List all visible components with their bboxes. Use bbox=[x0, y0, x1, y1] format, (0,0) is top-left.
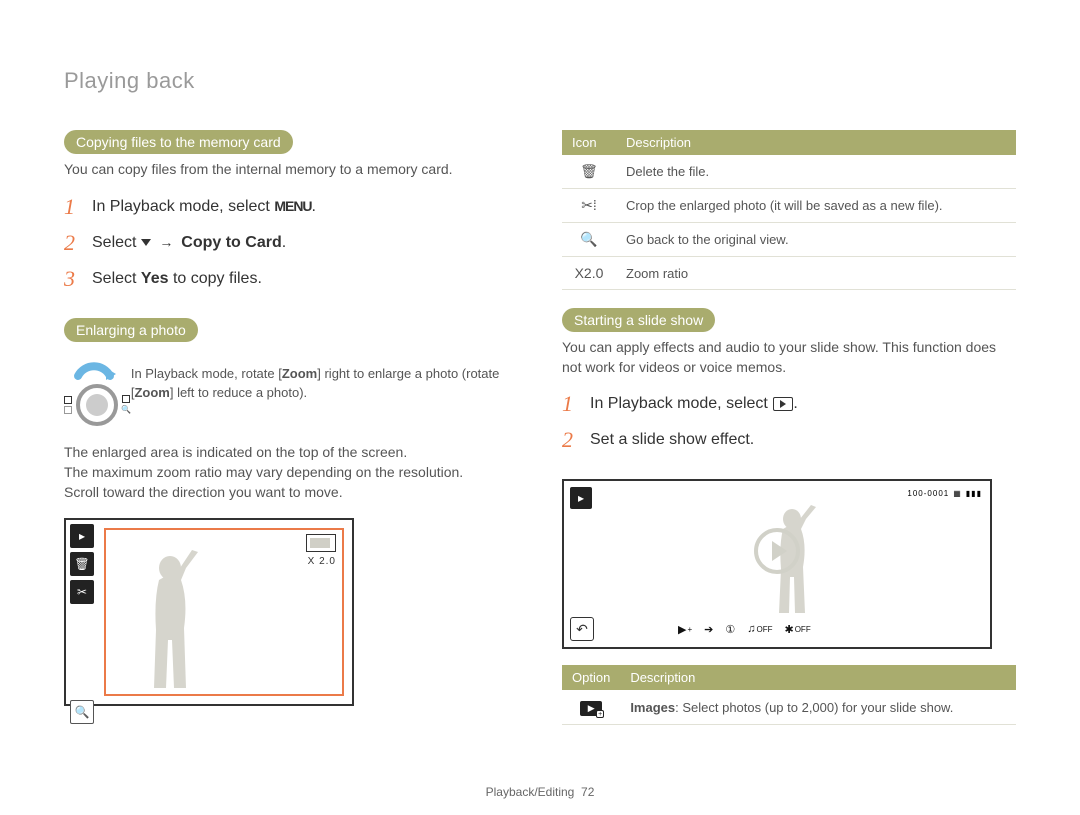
magnify-indicator-icon: 🔍 bbox=[121, 405, 131, 414]
step3-pre: Select bbox=[92, 270, 141, 287]
slide-step1-pre: In Playback mode, select bbox=[590, 395, 772, 412]
play-icon bbox=[754, 528, 800, 574]
step-number: 2 bbox=[64, 230, 82, 256]
music-option-icon: ♫OFF bbox=[747, 623, 772, 636]
interval-option-icon: ① bbox=[725, 623, 735, 636]
wide-indicator-icon bbox=[64, 396, 72, 404]
slideshow-screenshot: ▸ 100-0001 ▦ ▮▮▮ ↶ ▶+ ➔ ① bbox=[562, 479, 992, 649]
option-description-table: Option Description ▶+ Images: Select pho… bbox=[562, 665, 1016, 725]
trash-icon: 🗑 bbox=[70, 552, 94, 576]
slide-step2: Set a slide show effect. bbox=[590, 431, 754, 449]
battery-icon: ▮▮▮ bbox=[966, 489, 982, 498]
callout-c: ] left to reduce a photo). bbox=[170, 385, 307, 400]
step1-text: In Playback mode, select bbox=[92, 198, 274, 215]
zoom-ratio-label: X 2.0 bbox=[308, 556, 336, 567]
th-icon: Icon bbox=[562, 130, 616, 155]
wide-indicator-icon bbox=[64, 406, 72, 414]
step2-pre: Select bbox=[92, 234, 141, 251]
table-row: ▶+ Images: Select photos (up to 2,000) f… bbox=[562, 690, 1016, 725]
effect-option-icon: ✱OFF bbox=[784, 623, 810, 636]
th-option: Option bbox=[562, 665, 620, 690]
callout-zoom: Zoom bbox=[282, 366, 317, 381]
desc-images-option: Images: Select photos (up to 2,000) for … bbox=[620, 690, 1016, 725]
enlarge-para: The enlarged area is indicated on the to… bbox=[64, 442, 518, 503]
th-desc: Description bbox=[620, 665, 1016, 690]
back-icon: ↶ bbox=[570, 617, 594, 641]
playback-mode-icon bbox=[773, 397, 793, 411]
section-slideshow-title: Starting a slide show bbox=[562, 308, 715, 332]
step-number: 2 bbox=[562, 427, 580, 453]
page-footer: Playback/Editing 72 bbox=[0, 785, 1080, 799]
file-counter: 100-0001 bbox=[907, 489, 949, 498]
step2-bold: Copy to Card bbox=[181, 234, 281, 251]
chevron-down-icon bbox=[141, 239, 151, 246]
zoom-navigator bbox=[306, 534, 336, 552]
desc-magnify: Go back to the original view. bbox=[616, 223, 1016, 257]
callout-a: In Playback mode, rotate [ bbox=[131, 366, 282, 381]
table-row: ✂⁞ Crop the enlarged photo (it will be s… bbox=[562, 189, 1016, 223]
step3-post: to copy files. bbox=[173, 270, 262, 287]
step3-bold: Yes bbox=[141, 270, 169, 287]
table-row: X2.0 Zoom ratio bbox=[562, 257, 1016, 290]
section-copy-title: Copying files to the memory card bbox=[64, 130, 293, 154]
desc-crop: Crop the enlarged photo (it will be save… bbox=[616, 189, 1016, 223]
step-number: 1 bbox=[562, 391, 580, 417]
magnify-icon: 🔍 bbox=[70, 700, 94, 724]
th-desc: Description bbox=[616, 130, 1016, 155]
playback-icon: ▸ bbox=[570, 487, 592, 509]
playback-icon: ▸ bbox=[70, 524, 94, 548]
table-row: 🔍 Go back to the original view. bbox=[562, 223, 1016, 257]
page-title: Playing back bbox=[64, 68, 1016, 94]
step-number: 1 bbox=[64, 194, 82, 220]
zoomratio-label: X2.0 bbox=[562, 257, 616, 290]
menu-icon: MENU bbox=[274, 198, 311, 214]
zoom-dial-icon: 🔍 bbox=[64, 364, 115, 426]
desc-zoomratio: Zoom ratio bbox=[616, 257, 1016, 290]
crop-icon: ✂⁞ bbox=[581, 197, 597, 213]
copy-intro: You can copy files from the internal mem… bbox=[64, 160, 518, 180]
callout-zoom2: Zoom bbox=[134, 385, 169, 400]
storage-icon: ▦ bbox=[953, 489, 962, 498]
trash-icon: 🗑 bbox=[580, 163, 598, 179]
images-option-icon: ▶+ bbox=[580, 701, 602, 716]
section-enlarge-title: Enlarging a photo bbox=[64, 318, 198, 342]
step2-arrow: → bbox=[159, 234, 177, 250]
icon-description-table: Icon Description 🗑 Delete the file. ✂⁞ C… bbox=[562, 130, 1016, 290]
tele-indicator-icon bbox=[122, 395, 130, 403]
slideshow-intro: You can apply effects and audio to your … bbox=[562, 338, 1016, 377]
crop-icon: ✂ bbox=[70, 580, 94, 604]
images-option-icon: ▶+ bbox=[678, 623, 692, 636]
step-number: 3 bbox=[64, 266, 82, 292]
enlarged-screenshot: ▸ 🗑 ✂ 🔍 X 2.0 bbox=[64, 518, 354, 706]
table-row: 🗑 Delete the file. bbox=[562, 155, 1016, 189]
transition-option-icon: ➔ bbox=[704, 623, 713, 636]
desc-trash: Delete the file. bbox=[616, 155, 1016, 189]
magnify-icon: 🔍 bbox=[580, 231, 597, 247]
photo-silhouette bbox=[126, 550, 206, 690]
